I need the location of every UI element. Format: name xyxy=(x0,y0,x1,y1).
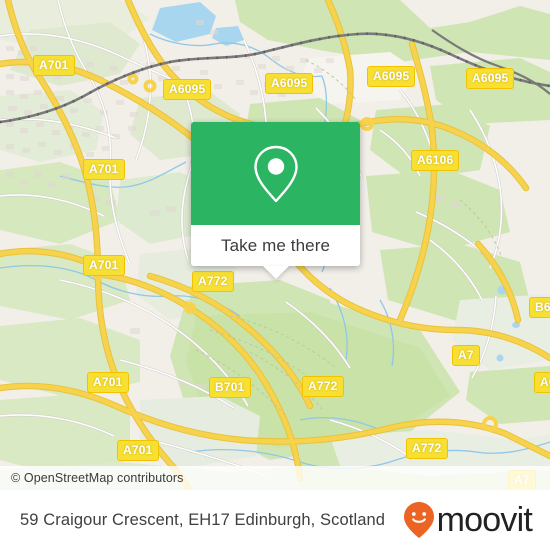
road-shield: A6095 xyxy=(265,73,314,94)
road-shield: A6 xyxy=(534,372,550,393)
road-shield: A772 xyxy=(406,438,448,459)
osm-attribution-text[interactable]: © OpenStreetMap contributors xyxy=(11,471,184,485)
road-shield: B701 xyxy=(209,377,251,398)
popup-tail xyxy=(262,266,289,279)
road-shield: A701 xyxy=(83,255,125,276)
road-shield: A701 xyxy=(117,440,159,461)
road-shield: A6095 xyxy=(367,66,416,87)
take-me-there-button[interactable]: Take me there xyxy=(191,225,360,266)
road-shield: A772 xyxy=(302,376,344,397)
moovit-smiley-pin-icon xyxy=(403,502,434,538)
road-shield: A6095 xyxy=(163,79,212,100)
road-shield: A6106 xyxy=(411,150,460,171)
popup-pin-area xyxy=(191,122,360,225)
road-shield: A772 xyxy=(192,271,234,292)
road-shield: B64 xyxy=(529,297,550,318)
address-label: 59 Craigour Crescent, EH17 Edinburgh, Sc… xyxy=(20,510,386,529)
take-me-there-popup[interactable]: Take me there xyxy=(191,122,360,279)
moovit-brand[interactable]: moovit xyxy=(403,501,533,539)
map-screenshot: A701 A6095 A6095 A6095 A6095 A6106 A701 … xyxy=(0,0,550,550)
road-shield: A7 xyxy=(452,345,480,366)
map-canvas[interactable]: A701 A6095 A6095 A6095 A6095 A6106 A701 … xyxy=(0,0,550,490)
location-pin-icon xyxy=(253,145,298,202)
take-me-there-label: Take me there xyxy=(220,235,331,255)
road-shield: A701 xyxy=(87,372,129,393)
road-shield: A6095 xyxy=(466,68,515,89)
footer-bar: 59 Craigour Crescent, EH17 Edinburgh, Sc… xyxy=(0,490,550,550)
road-shield: A701 xyxy=(33,55,75,76)
map-attribution-bar: © OpenStreetMap contributors xyxy=(0,466,550,490)
road-shield: A701 xyxy=(83,159,125,180)
moovit-wordmark: moovit xyxy=(436,501,533,539)
